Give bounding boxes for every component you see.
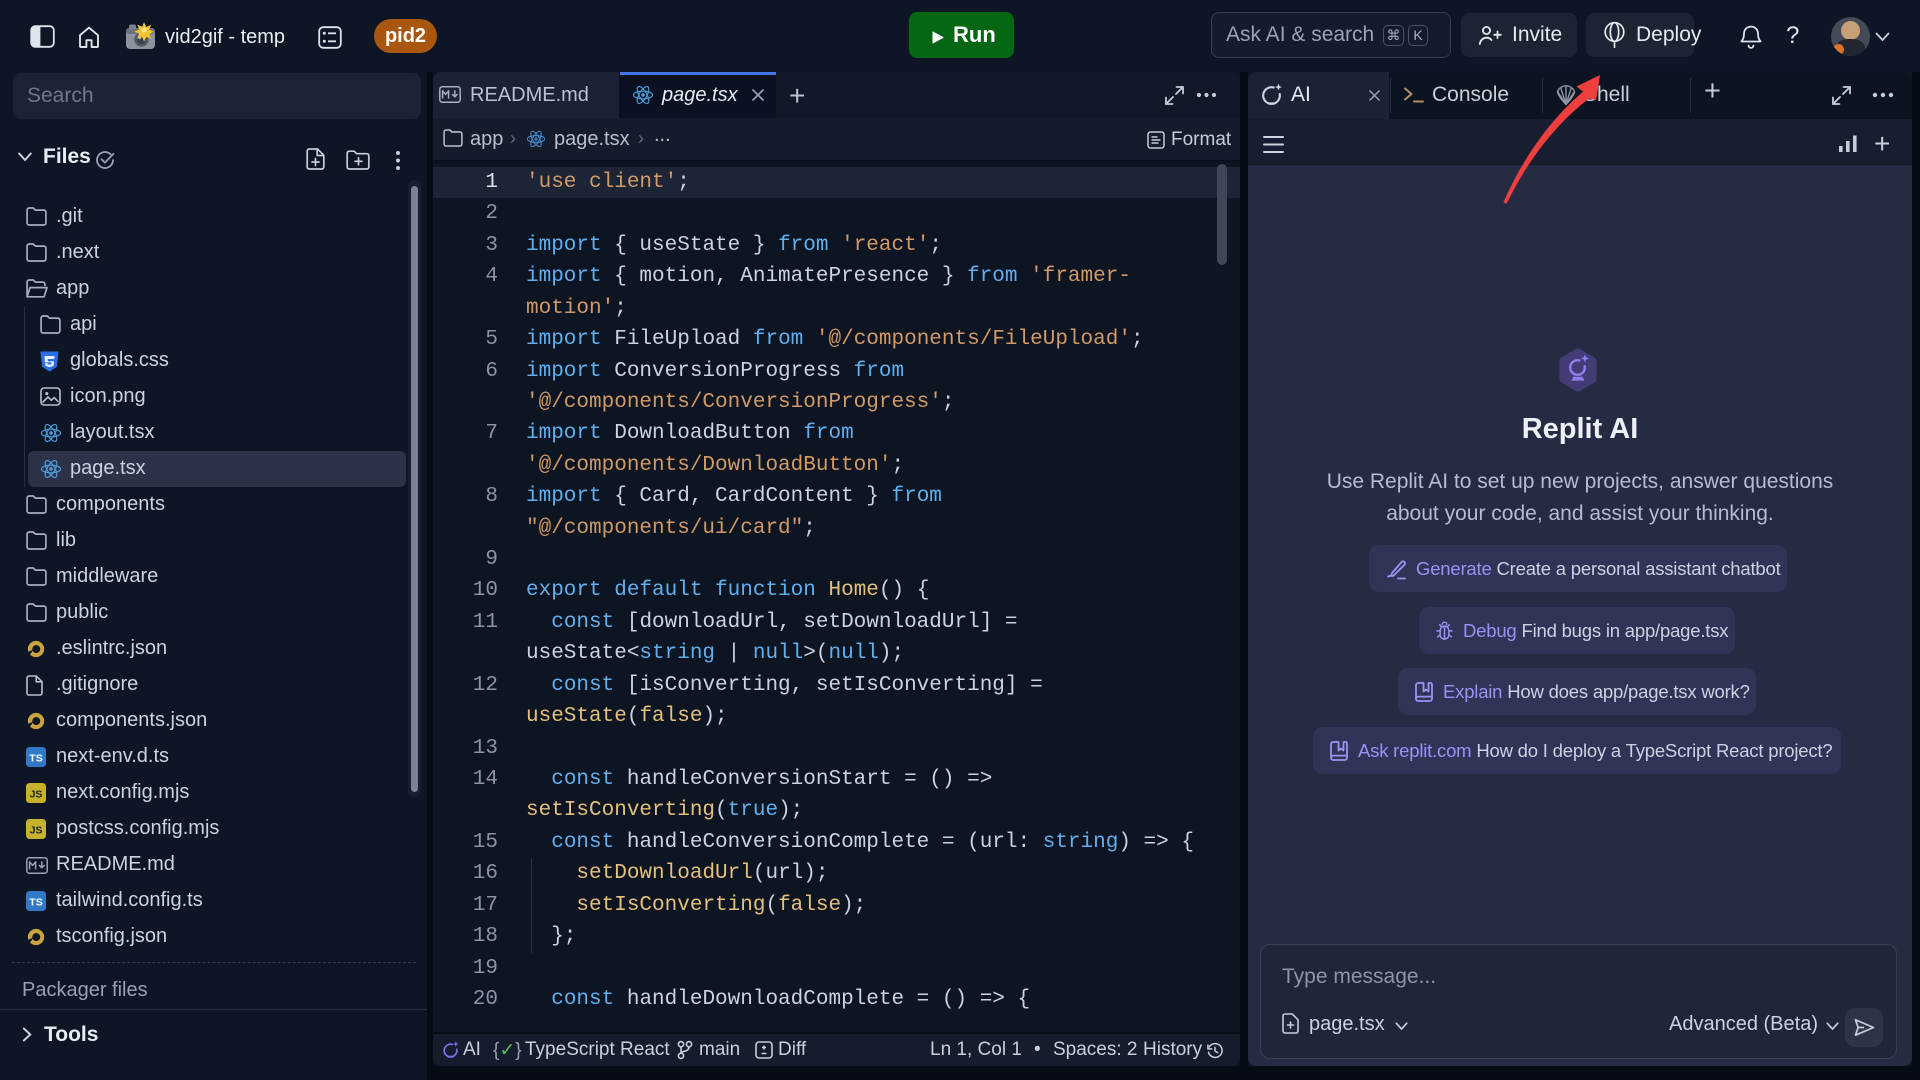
svg-text:TS: TS bbox=[29, 753, 42, 765]
svg-text:TS: TS bbox=[29, 897, 42, 909]
svg-text:JS: JS bbox=[30, 789, 43, 801]
svg-text:JS: JS bbox=[30, 825, 43, 837]
